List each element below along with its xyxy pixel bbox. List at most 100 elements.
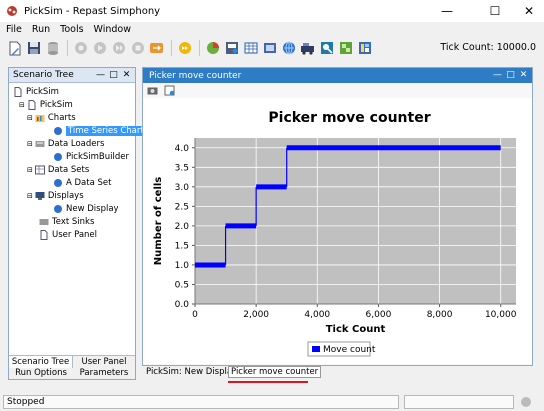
maximize-button[interactable]: ☐ — [480, 0, 510, 22]
data-set-icon — [34, 165, 45, 175]
tree-item-displays[interactable]: ⊟ Displays — [27, 190, 84, 202]
reset-icon[interactable] — [148, 40, 165, 57]
chart-tools — [143, 83, 532, 97]
menu-run[interactable]: Run — [32, 24, 50, 35]
minimize-panel-icon[interactable]: — — [492, 69, 503, 81]
data-set-item-icon — [54, 179, 62, 187]
display-tabs: PickSim: New Display Picker move counter — [142, 366, 533, 381]
collapse-icon[interactable]: ⊟ — [27, 192, 33, 200]
initialize-icon[interactable] — [72, 40, 89, 57]
x-tick-label: 6,000 — [366, 310, 392, 320]
collapse-icon[interactable]: ⊟ — [27, 114, 33, 122]
close-panel-icon[interactable]: ✕ — [518, 69, 529, 81]
x-tick-label: 8,000 — [427, 310, 453, 320]
loader-item-icon — [54, 153, 62, 161]
save-icon[interactable] — [25, 40, 42, 57]
tree-item-picksimbuilder[interactable]: PickSimBuilder — [53, 151, 129, 163]
tab-new-display[interactable]: PickSim: New Display — [146, 367, 237, 377]
data-loader-icon — [35, 141, 45, 147]
title-bar: PickSim - Repast Simphony — ☐ ✕ — [0, 0, 544, 22]
tree-item-data-loaders[interactable]: ⊟ Data Loaders — [27, 138, 104, 150]
scenario-tree-header: Scenario Tree — □ ✕ — [9, 68, 135, 83]
start-icon[interactable] — [91, 40, 108, 57]
tree-item-data-sets[interactable]: ⊟ Data Sets — [27, 164, 89, 176]
tree-label-user-panel: User Panel — [52, 230, 98, 240]
y-tick-label: 0.0 — [175, 300, 190, 310]
menu-tools[interactable]: Tools — [60, 24, 83, 35]
help-icon[interactable] — [356, 40, 373, 57]
close-panel-icon[interactable]: ✕ — [121, 69, 132, 81]
chart-panel-header: Picker move counter — □ ✕ — [143, 68, 532, 83]
tree-label-root: PickSim — [26, 87, 59, 97]
video-icon[interactable] — [261, 40, 278, 57]
tab-run-options[interactable]: Run Options — [9, 368, 73, 378]
y-tick-label: 2.0 — [175, 222, 190, 232]
step-icon[interactable] — [110, 40, 127, 57]
spreadsheet-icon[interactable] — [242, 40, 259, 57]
chart-area: 0 2,000 4,000 6,000 8,000 10,000 0.0 0.5 1.0 1.5 2… — [143, 98, 532, 364]
tree-label-picksimbuilder: PickSimBuilder — [66, 152, 129, 162]
gui-run-icon[interactable] — [176, 40, 193, 57]
collapse-icon[interactable]: ⊟ — [27, 166, 33, 174]
tree-item-root[interactable]: PickSim — [13, 86, 59, 98]
tree-label-new-display: New Display — [66, 204, 119, 214]
chart-legend: Move count — [307, 341, 376, 357]
y-tick-label: 3.5 — [175, 163, 189, 173]
snapshot-icon[interactable] — [223, 40, 240, 57]
text-sink-icon — [39, 219, 49, 225]
menu-window[interactable]: Window — [94, 24, 131, 35]
tab-parameters[interactable]: Parameters — [73, 368, 135, 378]
tree-item-user-panel[interactable]: User Panel — [39, 229, 97, 241]
properties-icon[interactable] — [164, 85, 175, 96]
collapse-icon[interactable]: ⊟ — [19, 101, 25, 109]
chart-folder-icon — [35, 115, 45, 122]
tree-item-charts[interactable]: ⊟ Charts — [27, 112, 76, 124]
maximize-panel-icon[interactable]: □ — [505, 69, 516, 81]
x-tick-label: 0 — [192, 310, 198, 320]
collapse-icon[interactable]: ⊟ — [27, 140, 33, 148]
tree-item-a-data-set[interactable]: A Data Set — [53, 177, 111, 189]
minimize-panel-icon[interactable]: — — [95, 69, 106, 81]
web-icon[interactable] — [280, 40, 297, 57]
database-icon[interactable] — [44, 40, 61, 57]
camera-icon[interactable] — [147, 85, 158, 96]
tab-user-panel[interactable]: User Panel — [73, 356, 135, 367]
new-icon[interactable] — [6, 40, 23, 57]
y-tick-label: 2.5 — [175, 202, 189, 212]
chart-panel-title: Picker move counter — [149, 70, 242, 81]
chart-item-icon — [54, 127, 62, 135]
chart-icon[interactable] — [204, 40, 221, 57]
tab-picker-move-counter[interactable]: Picker move counter — [228, 366, 322, 378]
legend-swatch — [312, 346, 320, 352]
model-icon[interactable] — [337, 40, 354, 57]
tree-label-text-sinks: Text Sinks — [52, 217, 95, 227]
user-panel-icon — [40, 230, 48, 240]
scenario-tree: PickSim ⊟ PickSim ⊟ Charts Time Series C… — [9, 83, 146, 353]
plot-background — [195, 138, 516, 304]
scenario-tree-title: Scenario Tree — [13, 70, 74, 80]
batch-icon[interactable] — [299, 40, 316, 57]
scenario-tree-panel: Scenario Tree — □ ✕ PickSim ⊟ PickSim ⊟ … — [8, 67, 146, 380]
x-axis-label: Tick Count — [326, 324, 386, 335]
menu-file[interactable]: File — [6, 24, 22, 35]
time-series-chart: 0 2,000 4,000 6,000 8,000 10,000 0.0 0.5 1.0 1.5 2… — [153, 110, 517, 357]
minimize-button[interactable]: — — [432, 0, 462, 22]
search-icon[interactable] — [318, 40, 335, 57]
close-button[interactable]: ✕ — [514, 0, 544, 22]
stop-icon[interactable] — [129, 40, 146, 57]
tree-label-model: PickSim — [39, 100, 73, 110]
tree-item-model[interactable]: ⊟ PickSim — [19, 99, 73, 111]
tree-item-text-sinks[interactable]: Text Sinks — [39, 216, 94, 228]
toolbar-separator — [67, 40, 68, 56]
maximize-panel-icon[interactable]: □ — [108, 69, 119, 81]
scenario-tabs: Scenario Tree User Panel Run Options Par… — [9, 355, 135, 379]
tree-item-time-series-chart[interactable]: Time Series Chart — [53, 125, 146, 137]
tab-scenario-tree[interactable]: Scenario Tree — [9, 356, 73, 368]
display-icon — [35, 192, 45, 200]
tick-count-label: Tick Count: 10000.0 — [440, 42, 536, 53]
active-tab-underline — [228, 381, 308, 383]
tree-item-new-display[interactable]: New Display — [53, 203, 119, 215]
display-item-icon — [54, 205, 62, 213]
x-tick-label: 2,000 — [243, 310, 269, 320]
document-icon — [28, 100, 36, 110]
